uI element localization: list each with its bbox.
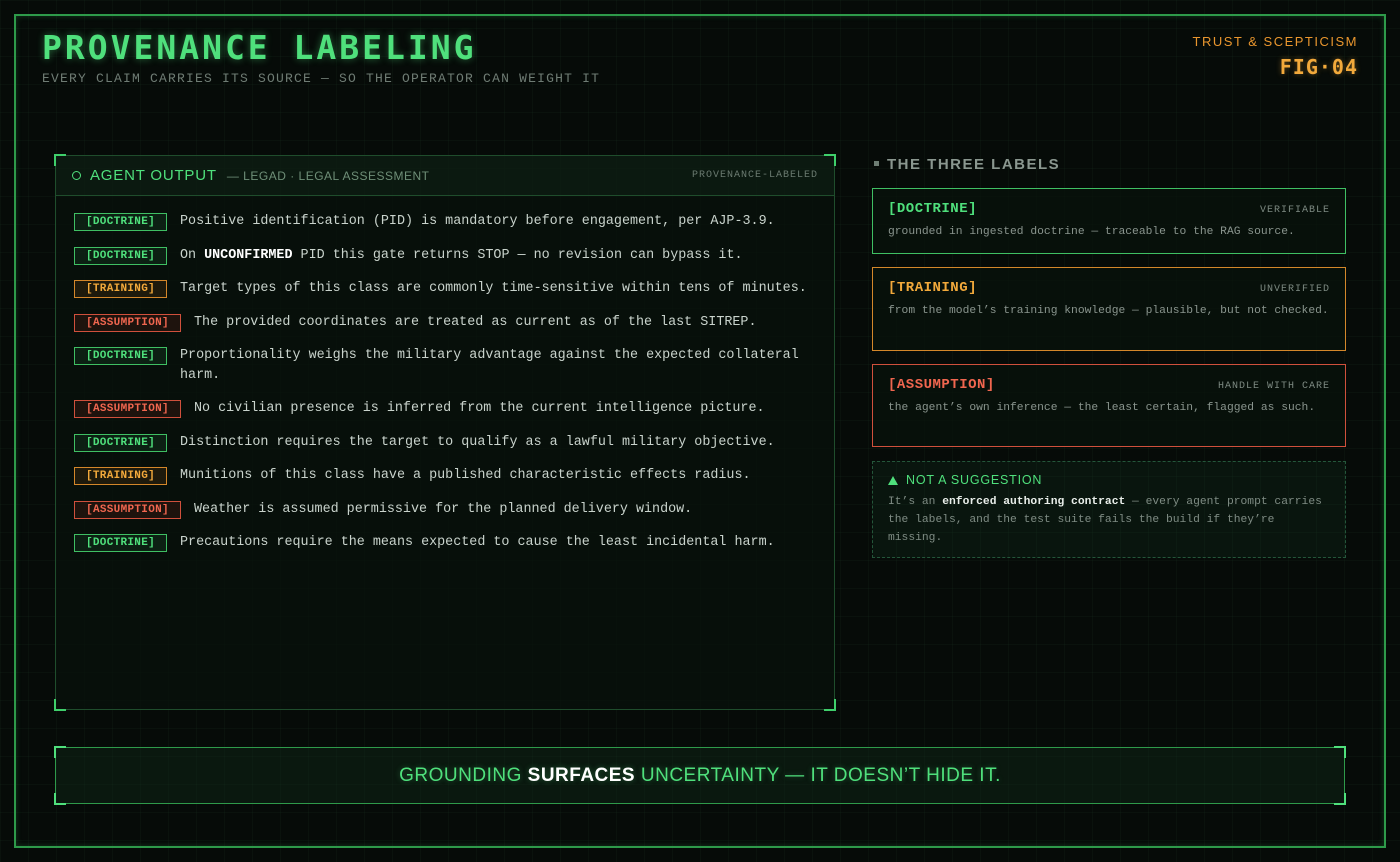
legend-card-description: the agent’s own inference — the least ce… bbox=[888, 402, 1316, 414]
provenance-label-training: [TRAINING] bbox=[74, 280, 167, 298]
panel-subtitle: — LEGAD · LEGAL ASSESSMENT bbox=[226, 168, 430, 183]
claim-text-part: On bbox=[180, 247, 205, 263]
claim-row: [ASSUMPTION] The provided coordinates are… bbox=[74, 313, 816, 333]
claim-text: The provided coordinates are treated as … bbox=[194, 313, 757, 333]
note-heading: NOT A SUGGESTION bbox=[888, 473, 1330, 487]
legend-card-name: [ASSUMPTION] bbox=[888, 377, 995, 393]
note-text-pre: It’s an bbox=[888, 496, 943, 508]
corner-bracket bbox=[824, 699, 836, 711]
legend-card-name: [DOCTRINE] bbox=[888, 201, 978, 217]
legend-heading-text: THE THREE LABELS bbox=[887, 156, 1061, 173]
bullet-square-icon bbox=[874, 160, 879, 166]
corner-bracket bbox=[54, 699, 66, 711]
legend-card-name: [TRAINING] bbox=[888, 280, 978, 296]
page-subtitle: EVERY CLAIM CARRIES ITS SOURCE — SO THE … bbox=[42, 71, 601, 86]
panel-tag: PROVENANCE-LABELED bbox=[691, 170, 818, 181]
page-title: PROVENANCE LABELING bbox=[42, 28, 477, 67]
claim-text-part: Weather is assumed permissive for the pl… bbox=[194, 501, 693, 517]
banner-text-emphasis: SURFACES bbox=[527, 764, 636, 786]
section-kicker: TRUST & SCEPTICISM bbox=[1192, 34, 1358, 49]
corner-bracket bbox=[54, 154, 66, 166]
warning-triangle-icon bbox=[888, 475, 898, 485]
claim-text-part: The provided coordinates are treated as … bbox=[194, 314, 757, 330]
provenance-label-doctrine: [DOCTRINE] bbox=[74, 534, 167, 552]
claim-text-emphasis: UNCONFIRMED bbox=[204, 247, 293, 263]
figure-number: FIG·04 bbox=[1279, 55, 1358, 79]
claim-text-part: PID this gate returns STOP — no revision… bbox=[292, 247, 743, 263]
provenance-label-assumption: [ASSUMPTION] bbox=[74, 500, 181, 519]
legend-card-status: UNVERIFIED bbox=[1259, 284, 1330, 295]
legend-card-doctrine: [DOCTRINE] VERIFIABLE grounded in ingest… bbox=[872, 188, 1346, 254]
claim-text: No civilian presence is inferred from th… bbox=[194, 399, 765, 419]
claim-text: Weather is assumed permissive for the pl… bbox=[194, 500, 692, 520]
claim-text-part: Distinction requires the target to quali… bbox=[180, 434, 775, 450]
corner-bracket bbox=[1334, 746, 1346, 758]
corner-bracket bbox=[54, 793, 66, 805]
claim-text: Proportionality weighs the military adva… bbox=[180, 346, 816, 385]
legend-card-description: from the model’s training knowledge — pl… bbox=[888, 305, 1329, 317]
legend-card-training: [TRAINING] UNVERIFIED from the model’s t… bbox=[872, 267, 1346, 351]
legend-card-description: grounded in ingested doctrine — traceabl… bbox=[888, 226, 1295, 238]
provenance-label-doctrine: [DOCTRINE] bbox=[74, 347, 167, 365]
legend-card-assumption: [ASSUMPTION] HANDLE WITH CARE the agent’… bbox=[872, 364, 1346, 447]
enforcement-note: NOT A SUGGESTION It’s an enforced author… bbox=[872, 461, 1346, 558]
agent-output-panel: AGENT OUTPUT — LEGAD · LEGAL ASSESSMENT … bbox=[54, 154, 836, 711]
provenance-label-doctrine: [DOCTRINE] bbox=[74, 433, 167, 452]
claim-text-part: Proportionality weighs the military adva… bbox=[180, 348, 799, 383]
claim-text: Distinction requires the target to quali… bbox=[180, 433, 775, 453]
banner-text: GROUNDING SURFACES UNCERTAINTY — IT DOES… bbox=[399, 765, 1001, 787]
takeaway-banner: GROUNDING SURFACES UNCERTAINTY — IT DOES… bbox=[54, 746, 1346, 805]
corner-bracket bbox=[1334, 793, 1346, 805]
claim-row: [DOCTRINE] Proportionality weighs the mil… bbox=[74, 346, 816, 385]
claim-text: Munitions of this class have a published… bbox=[180, 466, 751, 486]
note-body: It’s an enforced authoring contract — ev… bbox=[888, 493, 1330, 547]
legend-card-status: HANDLE WITH CARE bbox=[1217, 381, 1330, 392]
status-ring-icon bbox=[72, 171, 81, 180]
provenance-label-training: [TRAINING] bbox=[74, 467, 167, 485]
note-heading-text: NOT A SUGGESTION bbox=[906, 473, 1043, 487]
banner-text-pre: GROUNDING bbox=[399, 764, 528, 786]
panel-title: AGENT OUTPUT bbox=[90, 167, 217, 184]
claim-row: [DOCTRINE] Distinction requires the targe… bbox=[74, 433, 816, 453]
banner-text-post: UNCERTAINTY — IT DOESN’T HIDE IT. bbox=[635, 764, 1001, 786]
claim-row: [ASSUMPTION] No civilian presence is infe… bbox=[74, 399, 816, 419]
claim-text-part: Munitions of this class have a published… bbox=[180, 468, 751, 483]
claim-text-part: Target types of this class are commonly … bbox=[180, 281, 807, 296]
provenance-label-doctrine: [DOCTRINE] bbox=[74, 246, 167, 265]
panel-header: AGENT OUTPUT — LEGAD · LEGAL ASSESSMENT … bbox=[56, 156, 834, 196]
corner-bracket bbox=[824, 154, 836, 166]
claim-row: [TRAINING] Munitions of this class have a… bbox=[74, 466, 816, 486]
provenance-label-assumption: [ASSUMPTION] bbox=[74, 313, 181, 332]
claim-text-part: No civilian presence is inferred from th… bbox=[194, 401, 765, 416]
corner-bracket bbox=[54, 746, 66, 758]
claim-text-part: Positive identification (PID) is mandato… bbox=[180, 214, 775, 229]
note-text-emphasis: enforced authoring contract bbox=[942, 496, 1126, 508]
claim-row: [DOCTRINE] Precautions require the means … bbox=[74, 533, 816, 553]
legend-card-status: VERIFIABLE bbox=[1259, 205, 1330, 216]
claim-text: On UNCONFIRMED PID this gate returns STO… bbox=[180, 246, 743, 266]
provenance-label-assumption: [ASSUMPTION] bbox=[74, 400, 181, 418]
claim-text: Precautions require the means expected t… bbox=[180, 533, 775, 553]
claim-row: [ASSUMPTION] Weather is assumed permissiv… bbox=[74, 500, 816, 520]
claim-text: Target types of this class are commonly … bbox=[180, 279, 807, 299]
provenance-label-doctrine: [DOCTRINE] bbox=[74, 213, 167, 231]
claims-list: [DOCTRINE] Positive identification (PID) … bbox=[56, 196, 834, 553]
legend-heading: THE THREE LABELS bbox=[874, 156, 1060, 173]
claim-text-part: Precautions require the means expected t… bbox=[180, 535, 775, 550]
claim-row: [DOCTRINE] On UNCONFIRMED PID this gate r… bbox=[74, 246, 816, 266]
claim-row: [TRAINING] Target types of this class are… bbox=[74, 279, 816, 299]
claim-row: [DOCTRINE] Positive identification (PID) … bbox=[74, 212, 816, 232]
claim-text: Positive identification (PID) is mandato… bbox=[180, 212, 775, 232]
